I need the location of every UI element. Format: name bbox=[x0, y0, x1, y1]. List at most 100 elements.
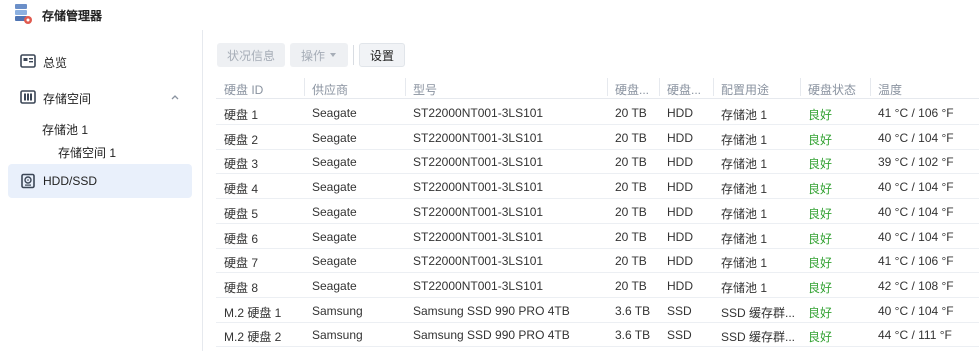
disk-id-cell: 硬盘 7 bbox=[224, 256, 259, 271]
model-cell: ST22000NT001-3LS101 bbox=[413, 155, 544, 170]
disk-type-cell: HDD bbox=[667, 180, 693, 195]
disk-type-cell: HDD bbox=[667, 204, 693, 219]
disk-type-cell: HDD bbox=[667, 155, 693, 170]
capacity-cell: 20 TB bbox=[615, 204, 647, 219]
disk-id-cell: M.2 硬盘 1 bbox=[224, 305, 282, 320]
disk-id-cell: 硬盘 5 bbox=[224, 206, 259, 221]
column-divider[interactable] bbox=[405, 78, 406, 96]
status-cell: 良好 bbox=[808, 256, 833, 271]
disk-id-cell: 硬盘 4 bbox=[224, 182, 259, 197]
settings-button[interactable]: 设置 bbox=[359, 43, 405, 67]
sidebar-item-hdd-ssd[interactable]: HDD/SSD bbox=[8, 164, 192, 198]
table-row[interactable]: 硬盘 1 Seagate ST22000NT001-3LS101 20 TB HDD 存储… bbox=[216, 100, 979, 125]
capacity-cell: 3.6 TB bbox=[615, 303, 651, 318]
disk-type-cell: HDD bbox=[667, 229, 693, 244]
sidebar-subitem-pool[interactable]: 存储池 1 bbox=[42, 121, 88, 138]
column-header-status[interactable]: 硬盘状态 bbox=[808, 81, 870, 98]
status-cell: 良好 bbox=[808, 182, 833, 197]
allocation-cell: 存储池 1 bbox=[721, 256, 768, 271]
vendor-cell: Seagate bbox=[312, 254, 357, 269]
temperature-cell: 40 °C / 104 °F bbox=[878, 229, 954, 244]
allocation-cell: 存储池 1 bbox=[721, 157, 768, 172]
model-cell: Samsung SSD 990 PRO 4TB bbox=[413, 303, 570, 318]
temperature-cell: 41 °C / 106 °F bbox=[878, 254, 954, 269]
sidebar-item-label: HDD/SSD bbox=[43, 174, 98, 188]
chevron-up-icon[interactable] bbox=[170, 92, 180, 102]
temperature-cell: 42 °C / 108 °F bbox=[878, 278, 954, 293]
sidebar-item-label: 存储空间 bbox=[43, 92, 92, 106]
disk-id-cell: 硬盘 8 bbox=[224, 280, 259, 295]
status-cell: 良好 bbox=[808, 108, 833, 122]
column-header-disk-type[interactable]: 硬盘... bbox=[667, 81, 711, 98]
model-cell: ST22000NT001-3LS101 bbox=[413, 204, 544, 219]
caret-down-icon bbox=[330, 53, 336, 57]
column-header-allocation[interactable]: 配置用途 bbox=[721, 81, 799, 98]
status-cell: 良好 bbox=[808, 206, 833, 221]
column-divider[interactable] bbox=[304, 78, 305, 96]
column-divider[interactable] bbox=[659, 78, 660, 96]
allocation-cell: 存储池 1 bbox=[721, 280, 768, 295]
table-row[interactable]: 硬盘 6 Seagate ST22000NT001-3LS101 20 TB HDD 存储… bbox=[216, 224, 979, 249]
column-divider[interactable] bbox=[870, 78, 871, 96]
table-row[interactable]: M.2 硬盘 2 Samsung Samsung SSD 990 PRO 4TB 3.… bbox=[216, 322, 979, 348]
table-row[interactable]: 硬盘 4 Seagate ST22000NT001-3LS101 20 TB HDD 存储… bbox=[216, 174, 979, 200]
app-title: 存储管理器 bbox=[42, 9, 103, 23]
model-cell: Samsung SSD 990 PRO 4TB bbox=[413, 328, 570, 343]
capacity-cell: 20 TB bbox=[615, 254, 647, 269]
disk-type-cell: HDD bbox=[667, 278, 693, 293]
allocation-cell: 存储池 1 bbox=[721, 108, 768, 122]
capacity-cell: 3.6 TB bbox=[615, 328, 651, 343]
status-info-button[interactable]: 状况信息 bbox=[217, 43, 285, 67]
hdd-icon bbox=[21, 173, 35, 189]
sidebar-subitem-volume[interactable]: 存储空间 1 bbox=[58, 144, 116, 161]
sidebar-item-storage-space[interactable]: 存储空间 bbox=[8, 80, 192, 114]
capacity-cell: 20 TB bbox=[615, 130, 647, 145]
vendor-cell: Samsung bbox=[312, 303, 363, 318]
capacity-cell: 20 TB bbox=[615, 229, 647, 244]
temperature-cell: 41 °C / 106 °F bbox=[878, 106, 954, 120]
capacity-cell: 20 TB bbox=[615, 155, 647, 170]
status-cell: 良好 bbox=[808, 305, 833, 320]
allocation-cell: 存储池 1 bbox=[721, 206, 768, 221]
action-button[interactable]: 操作 bbox=[290, 43, 348, 67]
column-divider[interactable] bbox=[713, 78, 714, 96]
column-divider[interactable] bbox=[800, 78, 801, 96]
sidebar: 总览 存储空间 存储池 1 存储空间 1 HDD/SSD bbox=[0, 30, 203, 351]
allocation-cell: SSD 缓存群... bbox=[721, 305, 796, 320]
column-divider[interactable] bbox=[607, 78, 608, 96]
allocation-cell: SSD 缓存群... bbox=[721, 330, 796, 345]
toolbar-divider bbox=[353, 45, 354, 65]
model-cell: ST22000NT001-3LS101 bbox=[413, 130, 544, 145]
allocation-cell: 存储池 1 bbox=[721, 132, 768, 147]
column-header-temperature[interactable]: 温度 bbox=[878, 81, 976, 98]
table-row[interactable]: 硬盘 8 Seagate ST22000NT001-3LS101 20 TB HDD 存储… bbox=[216, 273, 979, 298]
column-header-disk-id[interactable]: 硬盘 ID bbox=[224, 81, 304, 98]
temperature-cell: 40 °C / 104 °F bbox=[878, 130, 954, 145]
table-row[interactable]: 硬盘 7 Seagate ST22000NT001-3LS101 20 TB HDD 存储… bbox=[216, 248, 979, 274]
status-cell: 良好 bbox=[808, 330, 833, 345]
table-row[interactable]: 硬盘 5 Seagate ST22000NT001-3LS101 20 TB HDD 存储… bbox=[216, 199, 979, 224]
status-cell: 良好 bbox=[808, 231, 833, 246]
column-header-capacity[interactable]: 硬盘... bbox=[615, 81, 659, 98]
vendor-cell: Seagate bbox=[312, 180, 357, 195]
capacity-cell: 20 TB bbox=[615, 106, 647, 120]
model-cell: ST22000NT001-3LS101 bbox=[413, 106, 544, 120]
sidebar-item-label: 总览 bbox=[43, 56, 68, 70]
action-button-label: 操作 bbox=[300, 48, 325, 63]
column-header-model[interactable]: 型号 bbox=[413, 81, 606, 98]
disk-type-cell: HDD bbox=[667, 254, 693, 269]
allocation-cell: 存储池 1 bbox=[721, 182, 768, 197]
temperature-cell: 40 °C / 104 °F bbox=[878, 303, 954, 318]
sidebar-item-overview[interactable]: 总览 bbox=[8, 44, 192, 78]
vendor-cell: Seagate bbox=[312, 204, 357, 219]
vendor-cell: Seagate bbox=[312, 106, 357, 120]
table-row[interactable]: M.2 硬盘 1 Samsung Samsung SSD 990 PRO 4TB 3.… bbox=[216, 298, 979, 323]
model-cell: ST22000NT001-3LS101 bbox=[413, 254, 544, 269]
model-cell: ST22000NT001-3LS101 bbox=[413, 229, 544, 244]
disk-type-cell: HDD bbox=[667, 130, 693, 145]
column-header-vendor[interactable]: 供应商 bbox=[312, 81, 404, 98]
table-header: 硬盘 ID 供应商 型号 硬盘... 硬盘... 配置用途 硬盘状态 温度 bbox=[216, 75, 979, 99]
table-row[interactable]: 硬盘 3 Seagate ST22000NT001-3LS101 20 TB HDD 存储… bbox=[216, 149, 979, 175]
table-row[interactable]: 硬盘 2 Seagate ST22000NT001-3LS101 20 TB HDD 存储… bbox=[216, 125, 979, 150]
disk-id-cell: 硬盘 1 bbox=[224, 108, 259, 122]
